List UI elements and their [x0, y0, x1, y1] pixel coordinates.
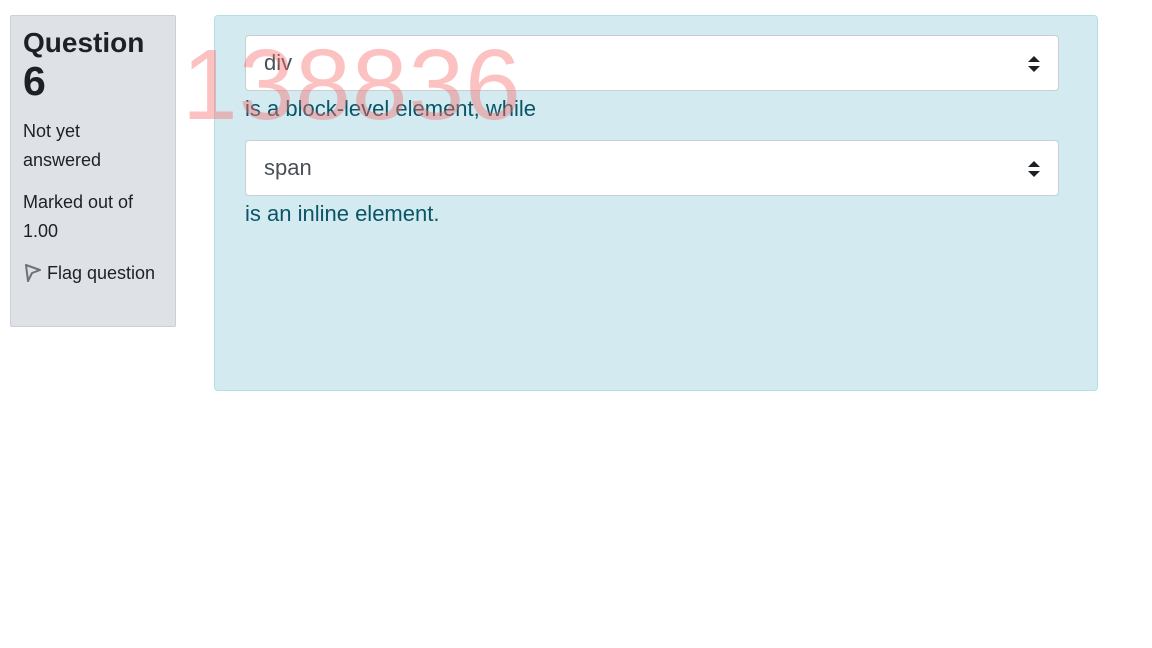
question-text-1: is a block-level element, while — [245, 96, 537, 121]
answer-select-2[interactable]: span — [245, 140, 1059, 196]
flag-question-button[interactable]: Flag question — [23, 259, 163, 288]
question-title: Question 6 — [23, 26, 163, 103]
flag-icon — [23, 263, 43, 283]
flag-question-label: Flag question — [47, 263, 156, 283]
question-content-panel: div is a block-level element, while span… — [214, 15, 1098, 391]
page: Question 6 Not yet answered Marked out o… — [0, 0, 1152, 648]
question-number: 6 — [23, 58, 46, 104]
question-title-label: Question — [23, 27, 145, 58]
select-arrows-icon — [1028, 56, 1040, 72]
answer-select-2-value: span — [264, 155, 312, 180]
answer-select-1-value: div — [264, 50, 293, 75]
question-state: Not yet answered — [23, 121, 102, 170]
question-text-2: is an inline element. — [245, 201, 440, 226]
question-info-panel: Question 6 Not yet answered Marked out o… — [10, 15, 176, 327]
select-arrows-icon — [1028, 161, 1040, 177]
answer-select-1[interactable]: div — [245, 35, 1059, 91]
question-grade: Marked out of 1.00 — [23, 192, 134, 241]
